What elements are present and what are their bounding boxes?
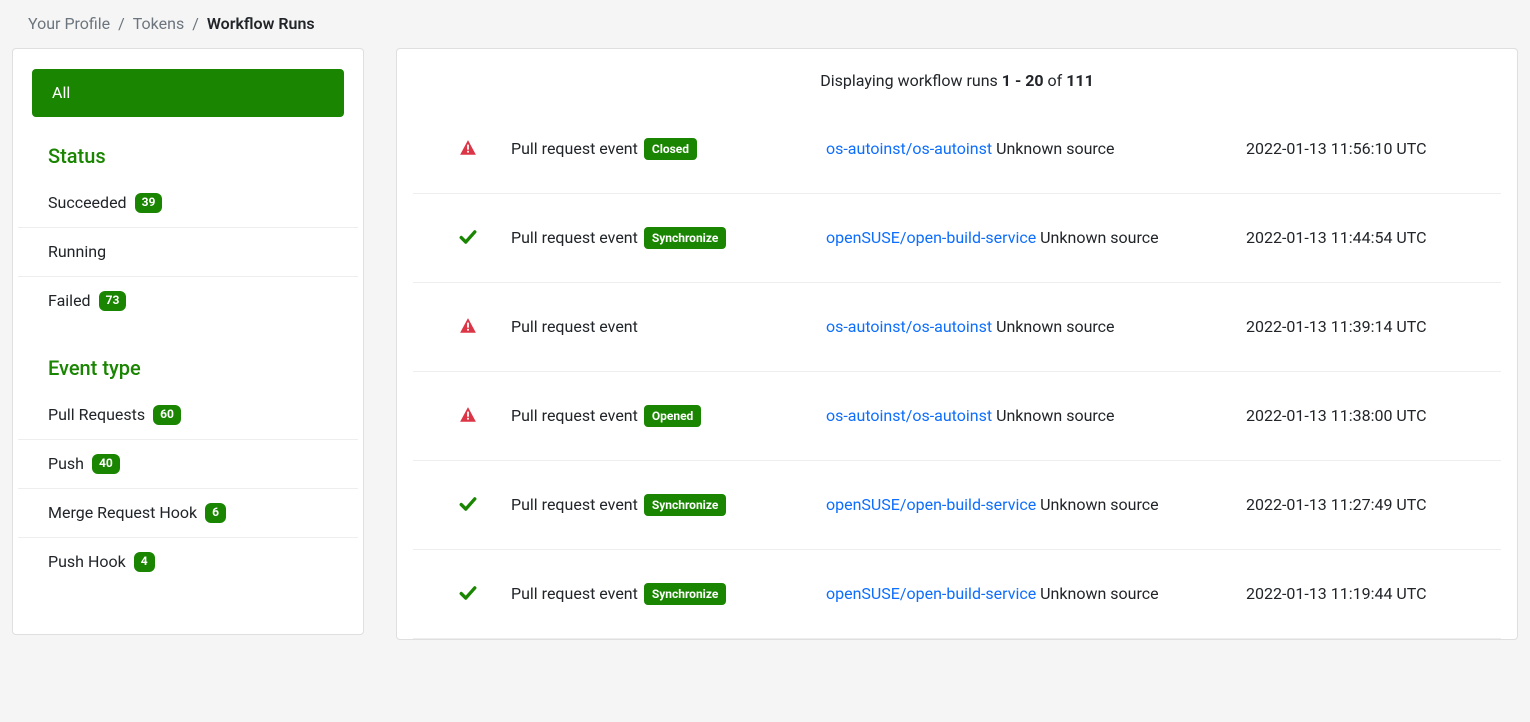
breadcrumb-current: Workflow Runs [207, 12, 315, 36]
sidebar-item-label: Push [48, 452, 84, 476]
breadcrumb-tokens[interactable]: Tokens [133, 12, 184, 36]
run-event: Pull request event Opened [511, 404, 826, 428]
run-event-label: Pull request event [511, 317, 638, 336]
warning-triangle-icon [459, 317, 477, 335]
check-icon [459, 584, 477, 602]
sidebar-item-failed[interactable]: Failed 73 [18, 277, 358, 325]
sidebar-item-pull-requests[interactable]: Pull Requests 60 [18, 391, 358, 440]
source-label: Unknown source [992, 317, 1114, 336]
count-badge: 4 [134, 552, 155, 572]
event-action-tag: Synchronize [644, 494, 727, 516]
sidebar-heading-event-type: Event type [18, 353, 358, 391]
run-event: Pull request event Synchronize [511, 493, 826, 517]
run-timestamp: 2022-01-13 11:44:54 UTC [1246, 226, 1489, 250]
sidebar: All Status Succeeded 39 Running Failed 7… [12, 48, 364, 635]
repo-link[interactable]: os-autoinst/os-autoinst [826, 139, 992, 158]
sidebar-item-running[interactable]: Running [18, 228, 358, 277]
run-event: Pull request event Closed [511, 137, 826, 161]
run-timestamp: 2022-01-13 11:38:00 UTC [1246, 404, 1489, 428]
run-status [425, 404, 511, 424]
count-badge: 73 [99, 291, 127, 311]
source-label: Unknown source [1036, 228, 1158, 247]
warning-triangle-icon [459, 406, 477, 424]
sidebar-item-all[interactable]: All [32, 69, 344, 117]
run-status [425, 493, 511, 513]
repo-link[interactable]: openSUSE/open-build-service [826, 584, 1036, 603]
workflow-run-row[interactable]: Pull request event Openedos-autoinst/os-… [413, 372, 1501, 461]
sidebar-list-event-type: Pull Requests 60 Push 40 Merge Request H… [18, 391, 358, 586]
source-label: Unknown source [992, 406, 1114, 425]
run-event: Pull request event Synchronize [511, 226, 826, 250]
sidebar-item-label: Failed [48, 289, 91, 313]
run-event-label: Pull request event [511, 495, 638, 514]
run-repo: openSUSE/open-build-service Unknown sour… [826, 226, 1246, 250]
event-action-tag: Synchronize [644, 227, 727, 249]
event-action-tag: Opened [644, 405, 701, 427]
repo-link[interactable]: openSUSE/open-build-service [826, 228, 1036, 247]
run-event-label: Pull request event [511, 228, 638, 247]
run-event-label: Pull request event [511, 584, 638, 603]
run-repo: openSUSE/open-build-service Unknown sour… [826, 493, 1246, 517]
source-label: Unknown source [1036, 584, 1158, 603]
repo-link[interactable]: os-autoinst/os-autoinst [826, 317, 992, 336]
run-event-label: Pull request event [511, 139, 638, 158]
sidebar-item-label: Succeeded [48, 191, 127, 215]
workflow-runs-list: Pull request event Closedos-autoinst/os-… [413, 123, 1501, 639]
run-repo: openSUSE/open-build-service Unknown sour… [826, 582, 1246, 606]
breadcrumb-profile[interactable]: Your Profile [28, 12, 110, 36]
run-status [425, 137, 511, 157]
run-event: Pull request event Synchronize [511, 582, 826, 606]
count-badge: 40 [92, 454, 120, 474]
source-label: Unknown source [992, 139, 1114, 158]
run-status [425, 226, 511, 246]
sidebar-item-succeeded[interactable]: Succeeded 39 [18, 179, 358, 228]
sidebar-heading-status: Status [18, 141, 358, 179]
run-event-label: Pull request event [511, 406, 638, 425]
workflow-run-row[interactable]: Pull request event SynchronizeopenSUSE/o… [413, 550, 1501, 639]
run-repo: os-autoinst/os-autoinst Unknown source [826, 315, 1246, 339]
run-timestamp: 2022-01-13 11:19:44 UTC [1246, 582, 1489, 606]
sidebar-item-merge-request-hook[interactable]: Merge Request Hook 6 [18, 489, 358, 538]
source-label: Unknown source [1036, 495, 1158, 514]
sidebar-item-label: Merge Request Hook [48, 501, 197, 525]
sidebar-list-status: Succeeded 39 Running Failed 73 [18, 179, 358, 325]
pagination-summary: Displaying workflow runs 1 - 20 of 111 [413, 69, 1501, 93]
check-icon [459, 228, 477, 246]
workflow-run-row[interactable]: Pull request event Closedos-autoinst/os-… [413, 123, 1501, 194]
run-repo: os-autoinst/os-autoinst Unknown source [826, 137, 1246, 161]
count-badge: 39 [135, 193, 163, 213]
sidebar-item-push[interactable]: Push 40 [18, 440, 358, 489]
run-timestamp: 2022-01-13 11:56:10 UTC [1246, 137, 1489, 161]
sidebar-item-label: Running [48, 240, 106, 264]
count-badge: 6 [205, 503, 226, 523]
run-timestamp: 2022-01-13 11:27:49 UTC [1246, 493, 1489, 517]
run-status [425, 582, 511, 602]
sidebar-item-label: Push Hook [48, 550, 126, 574]
sidebar-item-label: Pull Requests [48, 403, 145, 427]
warning-triangle-icon [459, 139, 477, 157]
run-repo: os-autoinst/os-autoinst Unknown source [826, 404, 1246, 428]
run-status [425, 315, 511, 335]
event-action-tag: Closed [644, 138, 697, 160]
breadcrumb-separator: / [192, 12, 199, 36]
check-icon [459, 495, 477, 513]
count-badge: 60 [153, 405, 181, 425]
workflow-run-row[interactable]: Pull request event SynchronizeopenSUSE/o… [413, 461, 1501, 550]
main-content: Displaying workflow runs 1 - 20 of 111 P… [396, 48, 1518, 640]
sidebar-item-push-hook[interactable]: Push Hook 4 [18, 538, 358, 586]
breadcrumb-separator: / [118, 12, 125, 36]
event-action-tag: Synchronize [644, 583, 727, 605]
run-event: Pull request event [511, 315, 826, 339]
repo-link[interactable]: openSUSE/open-build-service [826, 495, 1036, 514]
workflow-run-row[interactable]: Pull request event os-autoinst/os-autoins… [413, 283, 1501, 372]
run-timestamp: 2022-01-13 11:39:14 UTC [1246, 315, 1489, 339]
breadcrumb: Your Profile / Tokens / Workflow Runs [0, 0, 1530, 48]
repo-link[interactable]: os-autoinst/os-autoinst [826, 406, 992, 425]
workflow-run-row[interactable]: Pull request event SynchronizeopenSUSE/o… [413, 194, 1501, 283]
